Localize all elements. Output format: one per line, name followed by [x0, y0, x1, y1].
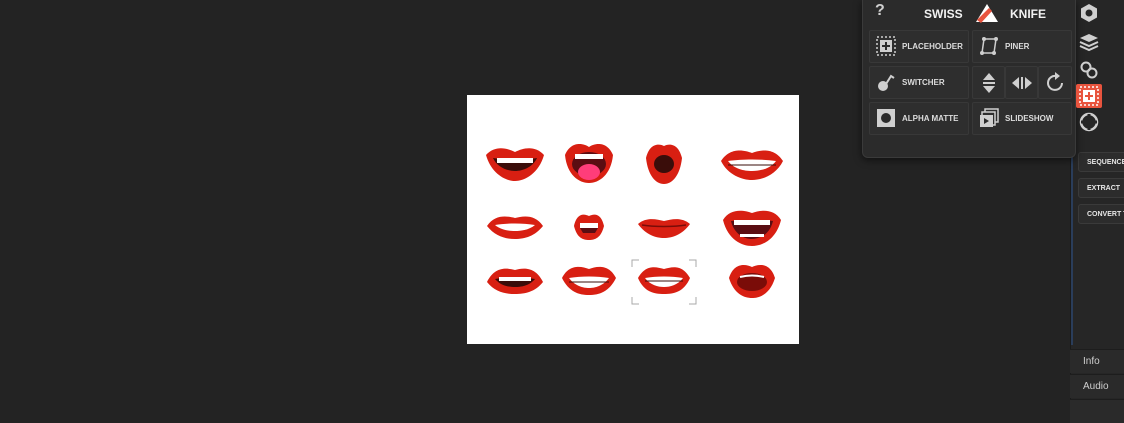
- tab-partial[interactable]: [1070, 399, 1124, 423]
- title-swiss: SWISS: [924, 7, 963, 21]
- tab-audio[interactable]: Audio: [1070, 374, 1124, 398]
- link-icon[interactable]: [1079, 60, 1099, 85]
- horizontal-arrows-button[interactable]: [1005, 66, 1038, 99]
- mouth-1: [486, 148, 544, 181]
- horizontal-arrows-icon: [1011, 75, 1033, 96]
- popup-header: ? SWISS KNIFE: [863, 0, 1075, 28]
- piner-button[interactable]: PINER: [972, 30, 1072, 63]
- image-canvas[interactable]: [467, 95, 799, 344]
- switcher-label: SWITCHER: [902, 78, 945, 87]
- alpha-matte-label: ALPHA MATTE: [902, 114, 959, 123]
- slideshow-icon: [979, 108, 999, 133]
- vertical-arrows-icon: [980, 72, 998, 99]
- lips-illustration: [486, 144, 783, 305]
- layers-icon[interactable]: [1079, 32, 1099, 57]
- switcher-icon: [876, 72, 896, 97]
- help-icon[interactable]: ?: [875, 2, 885, 20]
- tab-info[interactable]: Info: [1070, 349, 1124, 373]
- placeholder-icon: [876, 36, 896, 61]
- title-knife: KNIFE: [1010, 7, 1046, 21]
- panel-divider: [1071, 150, 1073, 345]
- extract-button[interactable]: EXTRACT: [1078, 178, 1124, 198]
- piner-label: PINER: [1005, 42, 1030, 51]
- slideshow-label: SLIDESHOW: [1005, 114, 1054, 123]
- sequence-button[interactable]: SEQUENCE: [1078, 152, 1124, 172]
- rotate-button[interactable]: [1038, 66, 1072, 99]
- knife-logo-icon: [973, 2, 1001, 29]
- compass-icon[interactable]: [1079, 112, 1099, 137]
- placeholder-label: PLACEHOLDER: [902, 42, 963, 51]
- rotate-icon: [1045, 72, 1067, 99]
- slideshow-button[interactable]: SLIDESHOW: [972, 102, 1072, 135]
- placeholder-button[interactable]: PLACEHOLDER: [869, 30, 969, 63]
- piner-icon: [979, 36, 999, 61]
- vertical-arrows-button[interactable]: [972, 66, 1005, 99]
- alpha-matte-icon: [876, 108, 896, 133]
- switcher-button[interactable]: SWITCHER: [869, 66, 969, 99]
- swiss-knife-popup: ? SWISS KNIFE PLACEHOLDER PINER SWITCHER…: [862, 0, 1076, 158]
- settings-hex-icon[interactable]: [1079, 3, 1099, 28]
- convert-to-button[interactable]: CONVERT TO: [1078, 204, 1124, 224]
- alpha-matte-button[interactable]: ALPHA MATTE: [869, 102, 969, 135]
- placeholder-active-icon[interactable]: [1076, 84, 1102, 113]
